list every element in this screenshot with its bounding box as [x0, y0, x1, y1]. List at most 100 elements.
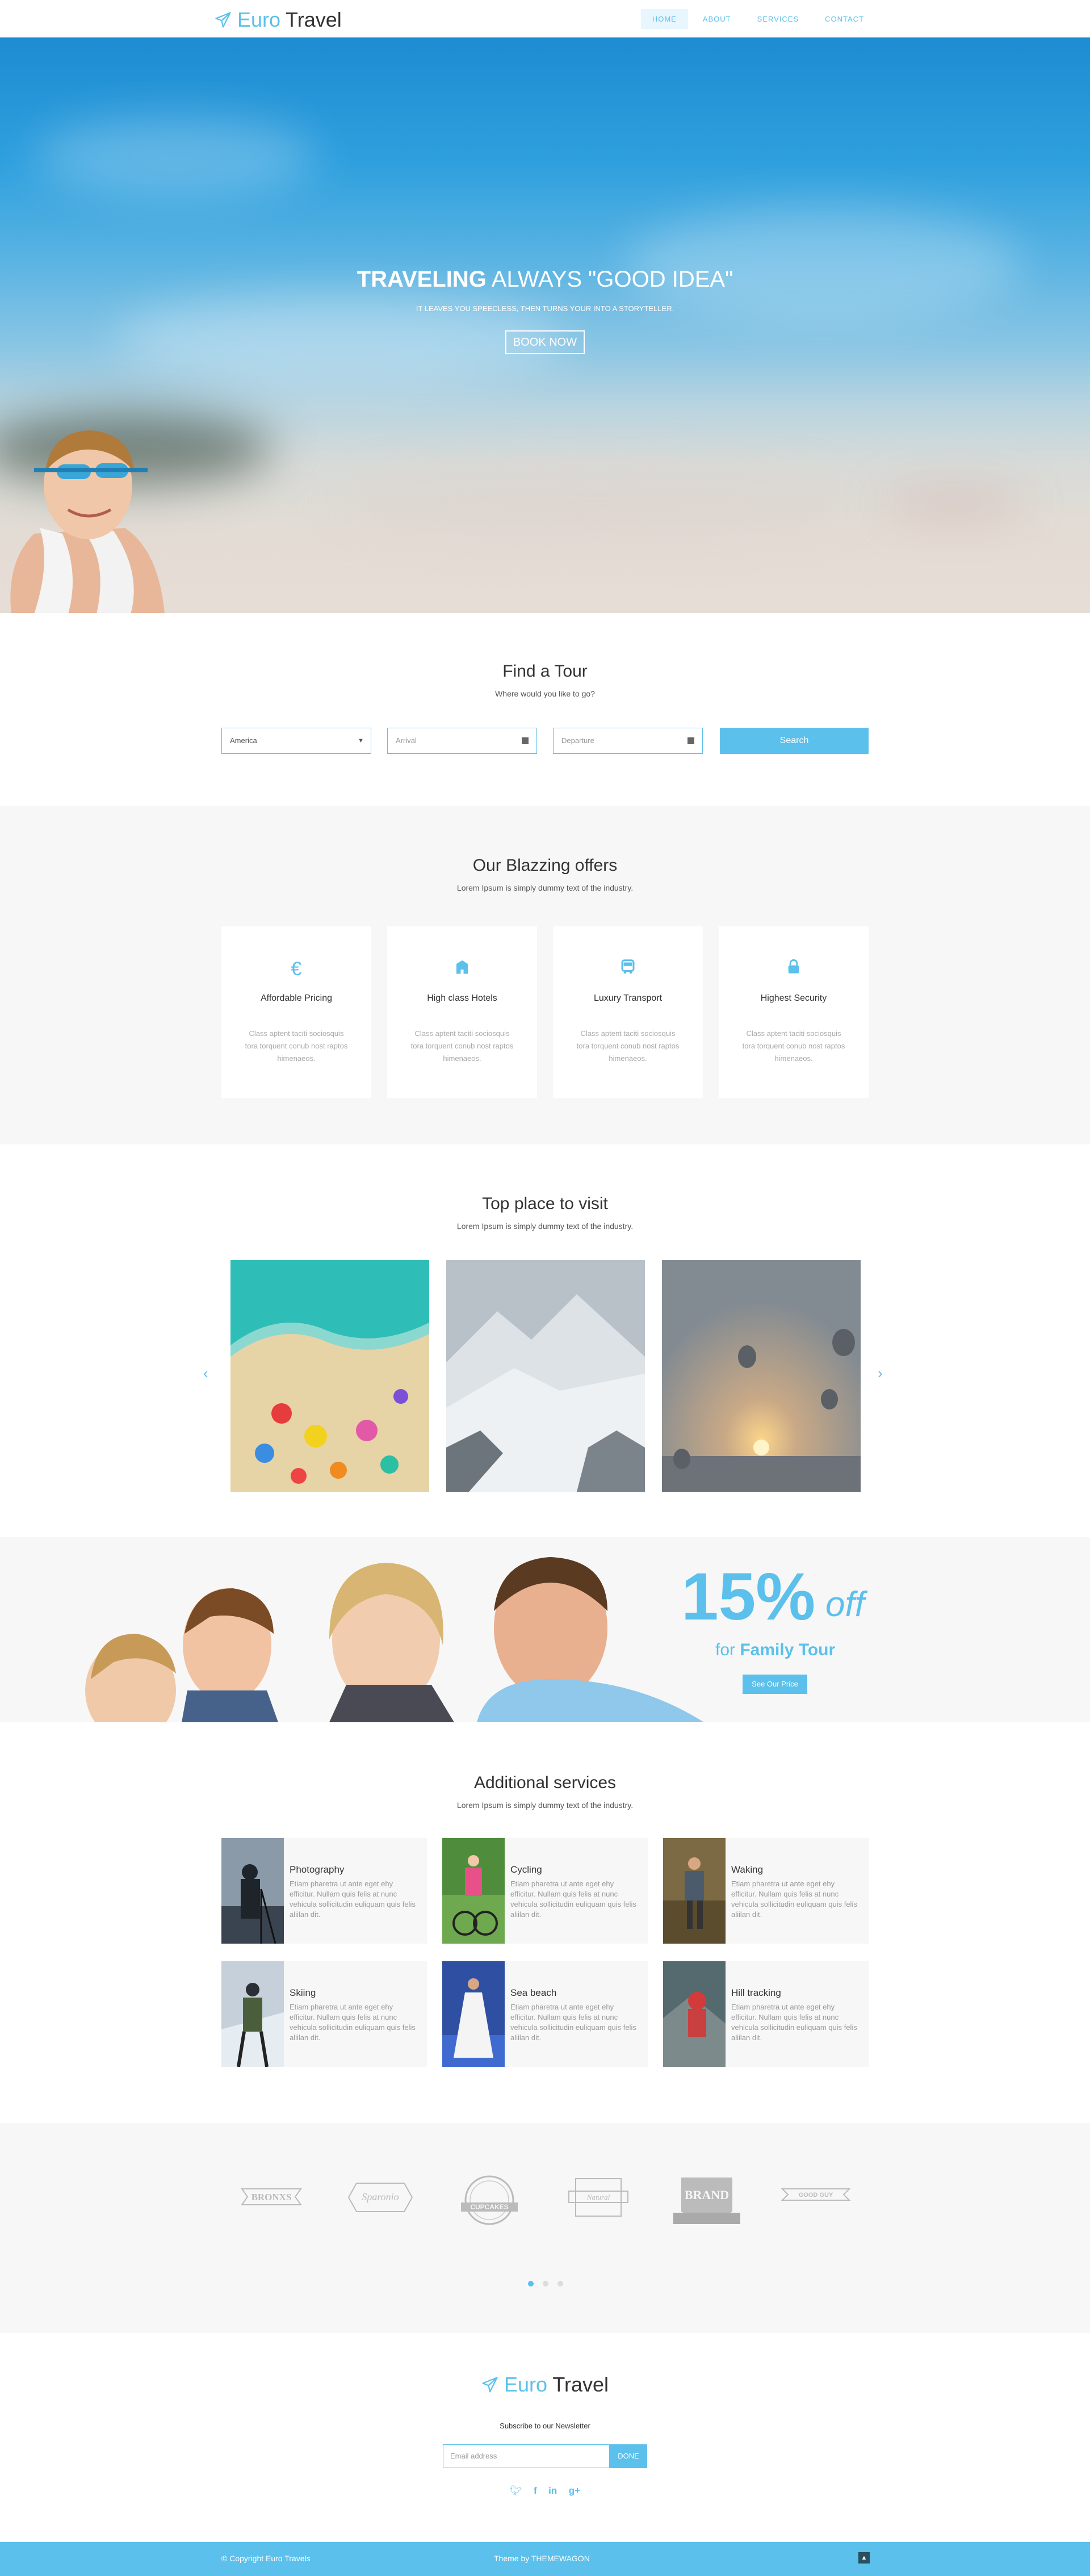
- hiking-image: [663, 1838, 726, 1944]
- offers-subtitle: Lorem Ipsum is simply dummy text of the …: [456, 883, 634, 892]
- carousel-next-arrow[interactable]: ›: [878, 1365, 883, 1382]
- service-skiing[interactable]: Skiing Etiam pharetra ut ante eget ehy e…: [221, 1961, 427, 2067]
- svg-text:BRONXS: BRONXS: [251, 2192, 292, 2202]
- theme-credit[interactable]: Theme by THEMEWAGON: [494, 2554, 590, 2563]
- departure-date-input[interactable]: Departure: [553, 728, 703, 754]
- brand-logos-section: [0, 2123, 1090, 2333]
- service-sea-beach[interactable]: Sea beach Etiam pharetra ut ante eget eh…: [442, 1961, 648, 2067]
- footer-bar: © Copyright Euro Travels Theme by THEMEW…: [0, 2542, 1090, 2576]
- brand-logo-cupcakes: CUPCAKES: [461, 2175, 518, 2225]
- snowy-mountain-place-image[interactable]: [446, 1260, 645, 1492]
- footer-logo[interactable]: Euro Travel: [0, 2373, 1090, 2397]
- brand-logo-brand: BRAND: [673, 2178, 740, 2224]
- nav-contact-link[interactable]: CONTACT: [814, 9, 875, 29]
- places-subtitle: Lorem Ipsum is simply dummy text of the …: [456, 1222, 634, 1231]
- bus-icon: [553, 958, 703, 980]
- brand-logo-bronxs: BRONXS: [241, 2188, 302, 2205]
- newsletter-label: Subscribe to our Newsletter: [500, 2422, 590, 2430]
- promo-for-family-tour: for Family Tour: [715, 1641, 836, 1659]
- hill-tracking-image: [663, 1961, 726, 2067]
- sea-beach-image: [442, 1961, 505, 2067]
- boy-with-goggles-image: [10, 430, 165, 613]
- carousel-prev-arrow[interactable]: ‹: [203, 1365, 208, 1382]
- svg-text:Sparonio: Sparonio: [362, 2191, 399, 2202]
- main-menu: HOME ABOUT SERVICES CONTACT: [638, 9, 875, 29]
- search-button[interactable]: Search: [720, 728, 869, 754]
- cycling-image: [442, 1838, 505, 1944]
- service-waking[interactable]: Waking Etiam pharetra ut ante eget ehy e…: [663, 1838, 869, 1944]
- svg-text:CUPCAKES: CUPCAKES: [470, 2203, 508, 2211]
- hero-title: TRAVELING ALWAYS "GOOD IDEA": [357, 267, 733, 292]
- beach-place-image[interactable]: [230, 1260, 429, 1492]
- nav-home-link[interactable]: HOME: [640, 9, 688, 29]
- offer-desc: Class aptent taciti sociosquis tora torq…: [410, 1029, 514, 1063]
- logo-text-euro: Euro: [237, 8, 281, 31]
- service-photography[interactable]: Photography Etiam pharetra ut ante eget …: [221, 1838, 427, 1944]
- skiing-image: [221, 1961, 284, 2067]
- lock-icon: [719, 958, 869, 980]
- country-select[interactable]: America ▼: [221, 728, 371, 754]
- scroll-to-top-icon[interactable]: ▲: [858, 2552, 870, 2564]
- services-subtitle: Lorem Ipsum is simply dummy text of the …: [456, 1801, 634, 1810]
- brand-logo-sparonio: Sparonio: [347, 2183, 413, 2212]
- google-plus-icon[interactable]: g+: [569, 2485, 580, 2497]
- offer-title: High class Hotels: [427, 993, 497, 1003]
- find-tour-subtitle: Where would you like to go?: [495, 689, 595, 698]
- offer-desc: Class aptent taciti sociosquis tora torq…: [576, 1029, 680, 1063]
- linkedin-icon[interactable]: in: [548, 2485, 557, 2497]
- promo-off: off: [825, 1585, 865, 1624]
- carousel-dot[interactable]: [543, 2281, 548, 2286]
- paper-plane-icon: [482, 2377, 498, 2393]
- offer-title: Luxury Transport: [593, 993, 663, 1003]
- brand-logo-natural: Natural: [568, 2178, 628, 2217]
- offer-title: Highest Security: [760, 993, 827, 1003]
- offer-card-hotels: High class Hotels Class aptent taciti so…: [387, 926, 537, 1098]
- find-tour-title: Find a Tour: [502, 662, 588, 681]
- hero-subtitle: IT LEAVES YOU SPEECLESS, THEN TURNS YOUR…: [416, 304, 674, 313]
- book-now-button[interactable]: BOOK NOW: [505, 330, 585, 354]
- page: Euro Travel HOME ABOUT SERVICES CONTACT …: [0, 0, 1090, 2576]
- hotel-icon: [387, 958, 537, 980]
- photography-image: [221, 1838, 284, 1944]
- hero-banner: TRAVELING ALWAYS "GOOD IDEA" IT LEAVES Y…: [0, 37, 1090, 613]
- brand-logo-good-guy: GOOD GUY: [781, 2188, 851, 2201]
- newsletter-done-button[interactable]: DONE: [610, 2444, 647, 2468]
- offer-card-transport: Luxury Transport Class aptent taciti soc…: [553, 926, 703, 1098]
- paper-plane-icon: [215, 12, 231, 28]
- top-navbar: Euro Travel HOME ABOUT SERVICES CONTACT: [0, 0, 1090, 37]
- calendar-icon[interactable]: [522, 737, 529, 744]
- twitter-icon[interactable]: 🐦︎: [510, 2485, 522, 2497]
- calendar-icon[interactable]: [687, 737, 694, 744]
- family-tour-promo: [0, 1537, 1090, 1722]
- chevron-down-icon: ▼: [358, 737, 364, 744]
- offers-title: Our Blazzing offers: [472, 856, 618, 875]
- carousel-dot[interactable]: [557, 2281, 563, 2286]
- service-hill-tracking[interactable]: Hill tracking Etiam pharetra ut ante ege…: [663, 1961, 869, 2067]
- carousel-dot-active[interactable]: [528, 2281, 534, 2286]
- offer-title: Affordable Pricing: [261, 993, 332, 1003]
- family-photo-image: [85, 1557, 704, 1722]
- brand-logo[interactable]: Euro Travel: [215, 8, 342, 32]
- logo-text-travel: Travel: [286, 8, 342, 31]
- nav-about-link[interactable]: ABOUT: [691, 9, 743, 29]
- offer-card-pricing: € Affordable Pricing Class aptent taciti…: [221, 926, 371, 1098]
- copyright-text: © Copyright Euro Travels: [221, 2554, 311, 2563]
- offer-desc: Class aptent taciti sociosquis tora torq…: [742, 1029, 845, 1063]
- offer-card-security: Highest Security Class aptent taciti soc…: [719, 926, 869, 1098]
- promo-percent: 15%: [681, 1559, 816, 1634]
- euro-icon: €: [291, 958, 302, 980]
- service-cycling[interactable]: Cycling Etiam pharetra ut ante eget ehy …: [442, 1838, 648, 1944]
- svg-text:BRAND: BRAND: [685, 2188, 729, 2202]
- nav-services-link[interactable]: SERVICES: [746, 9, 811, 29]
- places-title: Top place to visit: [482, 1194, 608, 1213]
- social-links: 🐦︎ f in g+: [0, 2485, 1090, 2497]
- svg-text:Natural: Natural: [586, 2193, 610, 2201]
- see-our-price-button[interactable]: See Our Price: [743, 1675, 807, 1694]
- newsletter-email-input[interactable]: Email address: [443, 2444, 610, 2468]
- facebook-icon[interactable]: f: [534, 2485, 537, 2497]
- services-title: Additional services: [473, 1773, 617, 1792]
- arrival-date-input[interactable]: Arrival: [387, 728, 537, 754]
- hot-air-balloon-place-image[interactable]: [662, 1260, 861, 1492]
- svg-text:GOOD GUY: GOOD GUY: [799, 2192, 833, 2199]
- offer-desc: Class aptent taciti sociosquis tora torq…: [245, 1029, 348, 1063]
